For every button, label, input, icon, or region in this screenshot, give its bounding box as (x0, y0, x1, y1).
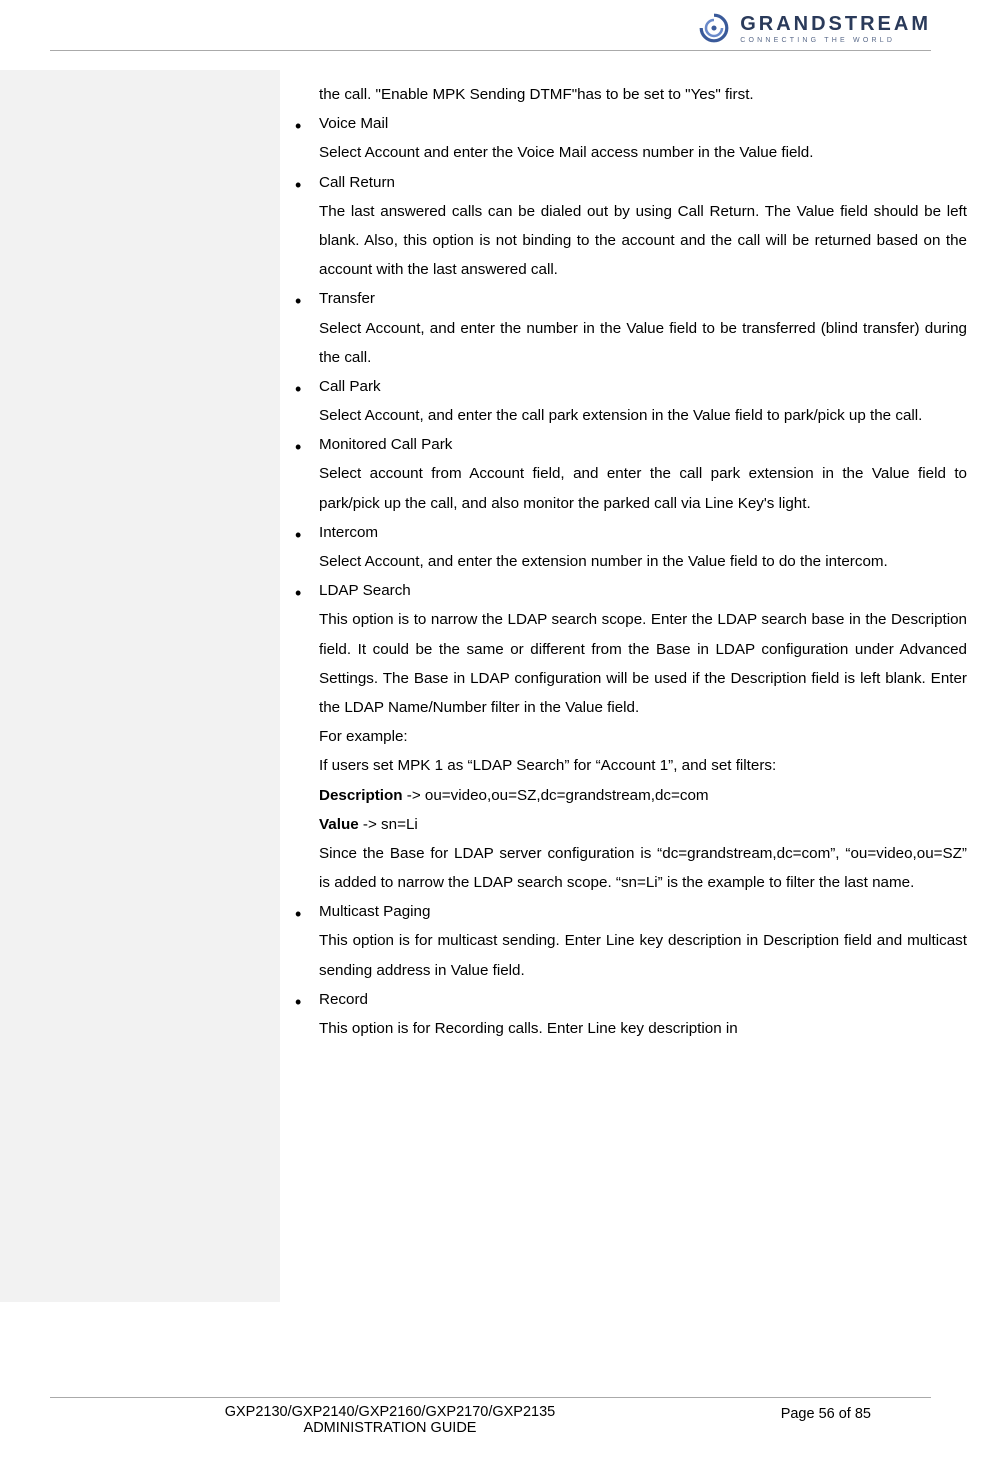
header-divider (50, 50, 931, 51)
ldap-para1: This option is to narrow the LDAP search… (319, 605, 967, 722)
item-title: Intercom (319, 518, 967, 547)
list-item: Record This option is for Recording call… (295, 985, 967, 1043)
item-body: This option is for Recording calls. Ente… (319, 1014, 967, 1043)
item-title: Transfer (319, 284, 967, 313)
item-title: LDAP Search (319, 576, 967, 605)
list-item-ldap: LDAP Search This option is to narrow the… (295, 576, 967, 897)
ldap-para2: Since the Base for LDAP server configura… (319, 839, 967, 897)
footer-left: GXP2130/GXP2140/GXP2160/GXP2170/GXP2135 … (130, 1404, 650, 1436)
item-title: Record (319, 985, 967, 1014)
ldap-value-line: Value -> sn=Li (319, 810, 967, 839)
content-table: the call. "Enable MPK Sending DTMF"has t… (0, 70, 981, 1302)
list-item: Monitored Call Park Select account from … (295, 430, 967, 518)
page-header: GRANDSTREAM CONNECTING THE WORLD (698, 12, 931, 44)
list-item: Multicast Paging This option is for mult… (295, 897, 967, 985)
item-body: Select Account, and enter the extension … (319, 547, 967, 576)
continuation-text: the call. "Enable MPK Sending DTMF"has t… (283, 80, 967, 109)
page-footer: GXP2130/GXP2140/GXP2160/GXP2170/GXP2135 … (50, 1397, 931, 1436)
footer-page-number: Page 56 of 85 (781, 1404, 931, 1436)
item-title: Multicast Paging (319, 897, 967, 926)
item-body: Select account from Account field, and e… (319, 459, 967, 517)
list-item: Call Return The last answered calls can … (295, 168, 967, 285)
list-item: Transfer Select Account, and enter the n… (295, 284, 967, 372)
list-item: Voice Mail Select Account and enter the … (295, 109, 967, 167)
brand-text-block: GRANDSTREAM CONNECTING THE WORLD (740, 13, 931, 44)
item-body: Select Account, and enter the call park … (319, 401, 967, 430)
feature-list: Voice Mail Select Account and enter the … (283, 109, 967, 1043)
item-body: This option is for multicast sending. En… (319, 926, 967, 984)
table-left-column (0, 70, 280, 1302)
brand-tagline: CONNECTING THE WORLD (740, 37, 931, 44)
brand-name: GRANDSTREAM (740, 13, 931, 36)
item-title: Monitored Call Park (319, 430, 967, 459)
item-title: Voice Mail (319, 109, 967, 138)
item-body: Select Account and enter the Voice Mail … (319, 138, 967, 167)
footer-subtitle: ADMINISTRATION GUIDE (130, 1420, 650, 1436)
ldap-line2: If users set MPK 1 as “LDAP Search” for … (319, 751, 967, 780)
item-title: Call Park (319, 372, 967, 401)
table-right-column: the call. "Enable MPK Sending DTMF"has t… (280, 70, 981, 1302)
list-item: Call Park Select Account, and enter the … (295, 372, 967, 430)
item-title: Call Return (319, 168, 967, 197)
ldap-value-val: -> sn=Li (359, 816, 418, 833)
footer-title: GXP2130/GXP2140/GXP2160/GXP2170/GXP2135 (130, 1404, 650, 1420)
ldap-value-label: Value (319, 816, 359, 833)
grandstream-logo-icon (698, 12, 730, 44)
item-body: Select Account, and enter the number in … (319, 314, 967, 372)
list-item: Intercom Select Account, and enter the e… (295, 518, 967, 576)
ldap-for-example: For example: (319, 722, 967, 751)
ldap-desc-val: -> ou=video,ou=SZ,dc=grandstream,dc=com (403, 787, 709, 804)
item-body: The last answered calls can be dialed ou… (319, 197, 967, 285)
ldap-desc-line: Description -> ou=video,ou=SZ,dc=grandst… (319, 781, 967, 810)
ldap-desc-label: Description (319, 787, 403, 804)
